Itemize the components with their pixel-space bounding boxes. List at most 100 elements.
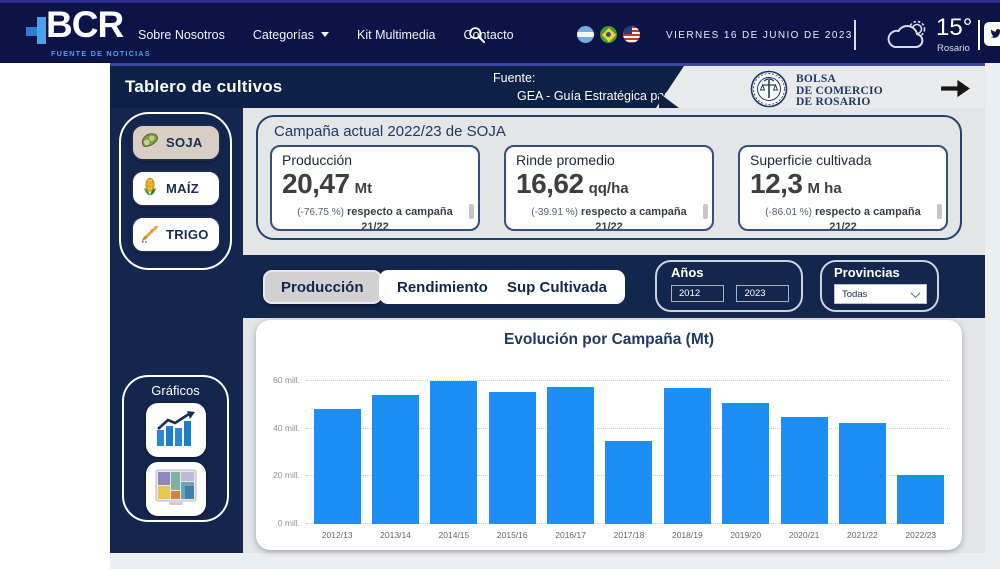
chart-x-label: 2012/13 [322,524,353,544]
years-label: Años [671,265,801,280]
chart-bar[interactable] [547,387,594,524]
bar-chart-view-button[interactable] [146,403,206,457]
chart-bar-column: 2019/20 [717,366,775,544]
org-name: BOLSA DE COMERCIO DE ROSARIO [796,74,883,109]
tab-rendimiento[interactable]: Rendimiento [379,270,506,304]
crop-button-soja[interactable]: SOJA [131,124,221,161]
bar-chart-icon [154,410,198,451]
provinces-dropdown[interactable]: Todas [834,284,927,304]
chart-bar-column: 2020/21 [775,366,833,544]
brazil-flag-icon[interactable] [600,26,617,43]
provinces-filter: Provincias Todas [820,260,939,312]
chart-bar-column: 2018/19 [658,366,716,544]
bcr-org-logo: BOLSA DE COMERCIO DE ROSARIO [750,70,883,113]
chart-ytick-label: 20 mill. [266,470,300,480]
chart-bar[interactable] [664,388,711,524]
dashboard-main: Campaña actual 2022/23 de SOJA Producció… [243,108,985,553]
chart-bar[interactable] [781,417,828,524]
chart-bar[interactable] [489,392,536,524]
search-icon[interactable] [468,26,485,48]
source-block: Fuente: GEA - Guía Estratégica para el A… [493,69,718,105]
chart-bar-column: 2012/13 [308,366,366,544]
chart-bar-column: 2013/14 [366,366,424,544]
chart-bar[interactable] [314,409,361,524]
bcr-logo[interactable]: BCR FUENTE DE NOTICIAS [26,7,136,63]
chart-ytick-label: 0 mill. [266,518,300,528]
chart-bars: 2012/13 2013/14 2014/15 2015/16 2016/17 2017/… [308,366,950,544]
chart-bar-column: 2015/16 [483,366,541,544]
chart-x-label: 2014/15 [439,524,470,544]
card-scrollbar[interactable] [469,204,474,219]
chart-x-label: 2017/18 [614,524,645,544]
nav-item-categorias[interactable]: Categorías [253,28,329,42]
language-flags [577,26,640,43]
dashboard-sidebar: SOJA MAÍZ [110,108,243,553]
chart-x-label: 2013/14 [380,524,411,544]
chart-x-label: 2020/21 [789,524,820,544]
crop-selector: SOJA MAÍZ [119,112,232,270]
source-value: GEA - Guía Estratégica para el Agro [517,87,718,105]
tab-produccion[interactable]: Producción [263,270,382,304]
nav-menu: Sobre Nosotros Categorías Kit Multimedia… [138,3,514,66]
year-from-input[interactable] [671,285,724,302]
corn-icon [139,176,161,201]
kpi-delta: (-76.75 %) respecto a campaña 21/22 [282,205,468,231]
crop-button-trigo[interactable]: TRIGO [131,216,221,253]
kpi-panel-title: Campaña actual 2022/23 de SOJA [274,123,950,140]
nav-item-kit-multimedia[interactable]: Kit Multimedia [357,28,436,42]
current-date: VIERNES 16 DE JUNIO DE 2023 [666,30,853,41]
card-scrollbar[interactable] [703,204,708,219]
treemap-view-button[interactable] [146,462,206,516]
chart-x-label: 2021/22 [847,524,878,544]
chart-bar-column: 2016/17 [541,366,599,544]
next-page-arrow-button[interactable] [939,77,972,105]
chart-bar[interactable] [605,441,652,524]
charts-selector: Gráficos [122,375,229,522]
chart-x-label: 2022/23 [905,524,936,544]
twitter-divider [978,20,980,50]
year-to-input[interactable] [736,285,789,302]
chart-bar[interactable] [430,381,477,524]
bcr-seal-icon [750,70,788,113]
chart-bar-column: 2021/22 [833,366,891,544]
metric-tab-band: Producción Rendimiento Sup Cultivada Año… [243,255,985,318]
dashboard-title: Tablero de cultivos [125,77,282,97]
twitter-icon[interactable] [984,22,1000,46]
page: BCR FUENTE DE NOTICIAS Sobre Nosotros Ca… [0,0,1000,569]
chart-ytick-label: 60 mill. [266,375,300,385]
weather-city: Rosario [937,43,970,54]
chart-bar-column: 2022/23 [892,366,950,544]
bcr-logo-tagline: FUENTE DE NOTICIAS [51,49,151,58]
chart-bar[interactable] [372,395,419,524]
header-navy-band: Tablero de cultivos Fuente: GEA - Guía E… [110,66,684,111]
chart-x-label: 2016/17 [555,524,586,544]
header-band-triangle [659,93,679,108]
crop-button-maiz[interactable]: MAÍZ [131,170,221,207]
temperature: 15° [936,14,972,42]
chart-bar[interactable] [839,423,886,524]
chart-bar-column: 2014/15 [425,366,483,544]
nav-item-sobre-nosotros[interactable]: Sobre Nosotros [138,28,225,42]
treemap-icon [155,469,197,510]
card-scrollbar[interactable] [937,204,942,219]
usa-flag-icon[interactable] [623,26,640,43]
chart-x-label: 2019/20 [730,524,761,544]
chart-x-label: 2015/16 [497,524,528,544]
bcr-logo-text: BCR [46,4,123,46]
kpi-delta: (-39.91 %) respecto a campaña 21/22 [516,205,702,231]
charts-selector-label: Gráficos [124,383,227,398]
kpi-delta: (-86.01 %) respecto a campaña 21/22 [750,205,936,231]
argentina-flag-icon[interactable] [577,26,594,43]
source-label: Fuente: [493,69,718,87]
years-filter: Años [655,260,803,312]
chart-bar[interactable] [897,475,944,524]
chart-bar-column: 2017/18 [600,366,658,544]
top-navigation: BCR FUENTE DE NOTICIAS Sobre Nosotros Ca… [0,0,1000,63]
tab-sup-cultivada[interactable]: Sup Cultivada [489,270,625,304]
wheat-icon [139,222,161,247]
chevron-down-icon [911,288,921,298]
dashboard-header: Tablero de cultivos Fuente: GEA - Guía E… [110,63,985,108]
crop-dashboard: Tablero de cultivos Fuente: GEA - Guía E… [110,63,985,553]
chevron-down-icon [321,32,329,37]
chart-bar[interactable] [722,403,769,524]
